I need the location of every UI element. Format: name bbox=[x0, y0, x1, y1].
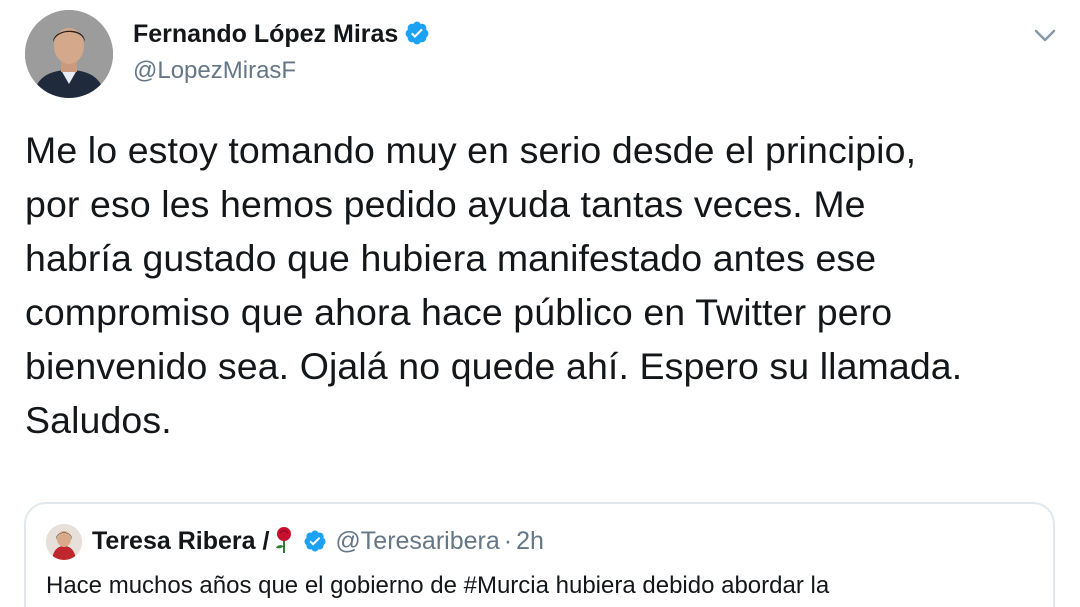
chevron-down-icon[interactable] bbox=[1030, 20, 1060, 50]
quoted-verified-badge-icon bbox=[303, 529, 327, 560]
author-avatar[interactable] bbox=[25, 10, 113, 98]
tweet-text-line: habría gustado que hubiera manifestado a… bbox=[25, 237, 877, 279]
verified-badge-icon bbox=[404, 20, 430, 53]
quoted-tweet-text: Hace muchos años que el gobierno de #Mur… bbox=[46, 572, 830, 599]
tweet-card: Fernando López Miras @LopezMirasF Me lo … bbox=[0, 0, 1080, 607]
tweet-text: Me lo estoy tomando muy en serio desde e… bbox=[25, 123, 1065, 447]
author-name[interactable]: Fernando López Miras bbox=[133, 20, 398, 48]
quoted-author-handle[interactable]: @Teresaribera bbox=[335, 527, 499, 555]
quoted-author-avatar bbox=[46, 524, 82, 560]
tweet-text-line: compromiso que ahora hace público en Twi… bbox=[25, 291, 893, 333]
tweet-text-line: Saludos. bbox=[25, 399, 172, 441]
tweet-text-line: bienvenido sea. Ojalá no quede ahí. Espe… bbox=[25, 345, 963, 387]
rose-icon bbox=[273, 526, 295, 561]
quoted-separator: · bbox=[503, 527, 513, 555]
tweet-text-line: Me lo estoy tomando muy en serio desde e… bbox=[25, 129, 917, 171]
author-name-row[interactable]: Fernando López Miras bbox=[133, 20, 430, 53]
tweet-text-line: por eso les hemos pedido ayuda tantas ve… bbox=[25, 183, 866, 225]
quoted-timestamp[interactable]: 2h bbox=[516, 527, 544, 555]
author-handle[interactable]: @LopezMirasF bbox=[133, 57, 296, 85]
quoted-header: Teresa Ribera / @Teresaribera · 2h bbox=[92, 526, 544, 561]
quoted-author-name[interactable]: Teresa Ribera / bbox=[92, 527, 269, 555]
quoted-tweet[interactable]: Teresa Ribera / @Teresaribera · 2h Hace mu… bbox=[24, 502, 1055, 607]
